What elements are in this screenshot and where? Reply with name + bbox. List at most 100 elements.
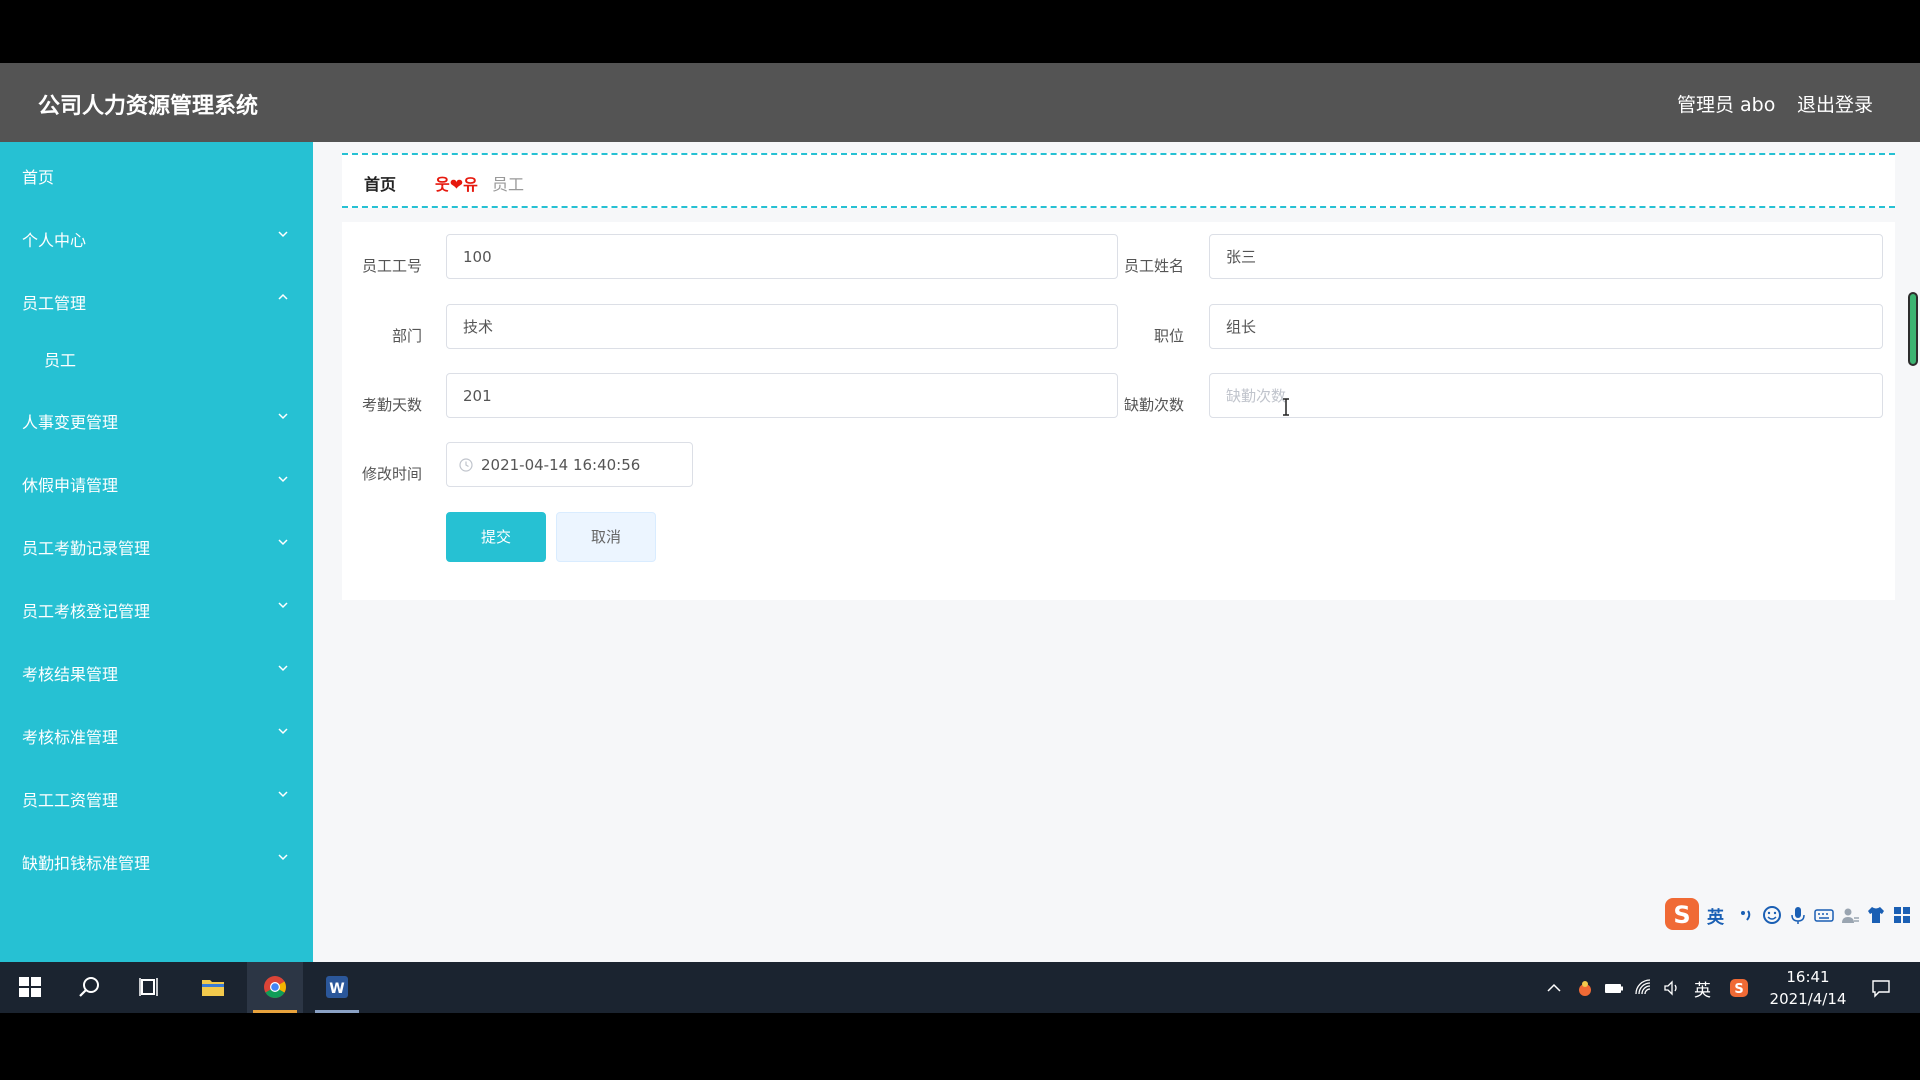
absence-count-input[interactable] [1209,373,1883,418]
main-content: 首页 웃❤유 员工 员工工号 员工姓名 部门 职位 考勤天数 缺勤次数 修改时间 [313,142,1920,962]
text-cursor-icon [1282,398,1290,416]
position-label: 职位 [1153,327,1184,345]
start-button[interactable] [2,962,58,1013]
department-input[interactable] [446,304,1118,349]
battery-icon[interactable] [1604,978,1624,998]
notification-center-icon[interactable] [1871,978,1891,998]
punctuation-icon[interactable] [1736,905,1756,925]
sidebar-item-absence-deduction[interactable]: 缺勤扣钱标准管理 [0,836,313,884]
ime-toolbar: S 英 [1664,895,1920,935]
sidebar-item-label: 首页 [22,168,55,187]
word-icon: W [326,976,348,998]
active-app-indicator [253,1010,297,1013]
sidebar: 首页 个人中心 员工管理 员工 人事变更管理 休假申请管理 员工考勤记录管理 员… [0,142,313,962]
user-settings-icon[interactable] [1840,905,1860,925]
show-hidden-icons-icon[interactable] [1544,978,1564,998]
sidebar-item-assessment-result[interactable]: 考核结果管理 [0,647,313,695]
clock-icon [459,458,473,472]
chrome-button[interactable] [247,962,303,1013]
submit-button[interactable]: 提交 [446,512,546,562]
current-user-label: 管理员 abo [1677,94,1776,116]
sidebar-item-label: 考核标准管理 [22,728,119,747]
chevron-down-icon [275,226,291,242]
file-explorer-button[interactable] [185,962,241,1013]
position-input[interactable] [1209,304,1883,349]
input-language-indicator[interactable]: 英 [1694,976,1711,1001]
taskbar: W 英 S 16:41 2021/4/14 [0,962,1920,1013]
sidebar-item-employee-management[interactable]: 员工管理 [0,276,313,324]
modified-time-picker[interactable] [446,442,693,487]
emoji-icon[interactable] [1762,905,1782,925]
employee-no-label: 员工工号 [361,257,422,275]
sidebar-item-label: 人事变更管理 [22,413,119,432]
breadcrumb-home[interactable]: 首页 [364,171,396,195]
search-icon [79,977,99,997]
task-view-icon [139,978,158,996]
sidebar-item-label: 员工管理 [22,294,87,313]
sidebar-item-label: 个人中心 [22,231,87,250]
chevron-down-icon [275,597,291,613]
chevron-down-icon [275,660,291,676]
chevron-up-icon [275,289,291,305]
sidebar-item-employee[interactable]: 员工 [0,333,313,381]
app-tray-icon[interactable] [1575,978,1595,998]
task-view-button[interactable] [122,962,178,1013]
chrome-icon [264,976,286,998]
employee-no-input[interactable] [446,234,1118,279]
chevron-down-icon [275,849,291,865]
skin-shirt-icon[interactable] [1866,905,1886,925]
svg-text:S: S [1734,982,1743,997]
sidebar-item-label: 员工考勤记录管理 [22,539,151,558]
sidebar-item-leave-request[interactable]: 休假申请管理 [0,458,313,506]
sidebar-item-label: 员工工资管理 [22,791,119,810]
toolbox-grid-icon[interactable] [1892,905,1912,925]
search-button[interactable] [62,962,118,1013]
volume-icon[interactable] [1662,978,1682,998]
attendance-days-label: 考勤天数 [361,396,422,414]
folder-icon [202,980,224,996]
screen: 公司人力资源管理系统 管理员 abo 退出登录 首页 个人中心 员工管理 员工 … [0,0,1920,1080]
sidebar-item-home[interactable]: 首页 [0,150,313,198]
modified-time-label: 修改时间 [361,465,422,483]
windows-logo-icon [19,977,41,997]
chevron-down-icon [275,534,291,550]
cancel-button[interactable]: 取消 [556,512,656,562]
breadcrumb-current: 员工 [492,175,525,194]
chevron-down-icon [275,408,291,424]
keyboard-icon[interactable] [1814,905,1834,925]
logout-button[interactable]: 退出登录 [1797,90,1873,117]
chevron-down-icon [275,723,291,739]
sidebar-item-personal-center[interactable]: 个人中心 [0,213,313,261]
open-app-indicator [315,1010,359,1013]
word-button[interactable]: W [309,962,365,1013]
app-header: 公司人力资源管理系统 管理员 abo 退出登录 [0,63,1920,142]
attendance-days-input[interactable] [446,373,1118,418]
sogou-logo-icon[interactable]: S [1664,897,1700,931]
wifi-icon[interactable] [1634,978,1654,998]
sidebar-item-assessment-standard[interactable]: 考核标准管理 [0,710,313,758]
employee-name-input[interactable] [1209,234,1883,279]
sidebar-item-salary[interactable]: 员工工资管理 [0,773,313,821]
svg-text:W: W [329,981,344,997]
sidebar-item-label: 考核结果管理 [22,665,119,684]
ime-language-toggle[interactable]: 英 [1707,903,1724,928]
clock-time[interactable]: 16:41 [1772,968,1844,986]
svg-text:S: S [1673,901,1690,929]
sidebar-item-label: 缺勤扣钱标准管理 [22,854,151,873]
scrollbar-thumb[interactable] [1908,292,1918,366]
absence-count-label: 缺勤次数 [1123,396,1184,414]
sidebar-item-attendance-record[interactable]: 员工考勤记录管理 [0,521,313,569]
breadcrumb-separator: 웃❤유 [435,175,478,194]
app-title: 公司人力资源管理系统 [38,94,259,119]
sidebar-item-label: 休假申请管理 [22,476,119,495]
microphone-icon[interactable] [1788,905,1808,925]
employee-form: 员工工号 员工姓名 部门 职位 考勤天数 缺勤次数 修改时间 提交 取消 [342,222,1895,600]
employee-name-label: 员工姓名 [1123,257,1184,275]
sidebar-item-assessment-registration[interactable]: 员工考核登记管理 [0,584,313,632]
department-label: 部门 [391,327,422,345]
sidebar-item-label: 员工考核登记管理 [22,602,151,621]
sogou-tray-icon[interactable]: S [1729,978,1749,998]
clock-date[interactable]: 2021/4/14 [1762,990,1854,1008]
sidebar-item-personnel-change[interactable]: 人事变更管理 [0,395,313,443]
breadcrumb: 首页 웃❤유 员工 [342,153,1895,208]
